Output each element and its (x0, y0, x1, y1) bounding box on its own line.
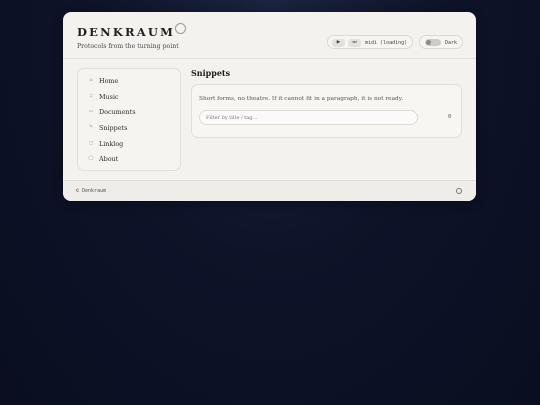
document-icon: ▭ (88, 109, 94, 114)
ring-icon (456, 188, 462, 194)
skip-icon[interactable]: ⏭ (348, 38, 361, 47)
music-icon: ♫ (88, 94, 94, 99)
sidebar-item-snippets[interactable]: ✎ Snippets (87, 123, 175, 133)
pencil-icon: ✎ (89, 125, 93, 130)
site-title[interactable]: DENKRAUM (77, 25, 175, 39)
result-count: 0 (448, 114, 452, 120)
toggle-track[interactable] (425, 39, 441, 46)
sidebar-item-label: Home (99, 77, 119, 85)
midi-player: ▶ ⏭ midi (loading) (327, 35, 413, 49)
sidebar-item-about[interactable]: ◯ About (87, 154, 175, 164)
site-tagline: Protocols from the turning point (77, 43, 179, 50)
site-footer: © Denkraum (63, 180, 476, 201)
snippets-card: Short forms, no theatre. If it cannot fi… (191, 84, 462, 138)
link-icon: □ (88, 141, 94, 146)
sidebar-item-music[interactable]: ♫ Music (87, 92, 175, 102)
sidebar-item-linklog[interactable]: □ Linklog (87, 139, 175, 149)
sidebar-item-documents[interactable]: ▭ Documents (87, 107, 175, 117)
site-header: DENKRAUM Protocols from the turning poin… (63, 12, 476, 59)
midi-status-label: midi (loading) (365, 39, 408, 46)
home-icon: ⌂ (89, 78, 93, 83)
play-icon[interactable]: ▶ (332, 38, 345, 47)
app-window: DENKRAUM Protocols from the turning poin… (63, 12, 476, 201)
sidebar-item-label: Documents (99, 108, 136, 116)
info-icon: ◯ (88, 156, 94, 161)
sidebar-item-home[interactable]: ⌂ Home (87, 76, 175, 86)
sidebar-item-label: Snippets (99, 124, 128, 132)
sidebar-item-label: About (99, 155, 119, 163)
filter-input[interactable] (199, 110, 418, 125)
sidebar-nav: ⌂ Home ♫ Music ▭ Documents ✎ Snippets □ … (77, 68, 181, 171)
toggle-knob (426, 40, 431, 45)
copyright-text: © Denkraum (76, 188, 107, 194)
sidebar-item-label: Linklog (99, 140, 124, 148)
ring-logo-icon (175, 23, 186, 34)
page-title: Snippets (191, 68, 231, 78)
sidebar-item-label: Music (99, 93, 119, 101)
snippets-description: Short forms, no theatre. If it cannot fi… (199, 96, 404, 102)
dark-mode-toggle[interactable]: Dark (419, 35, 463, 49)
dark-mode-label: Dark (445, 39, 458, 46)
